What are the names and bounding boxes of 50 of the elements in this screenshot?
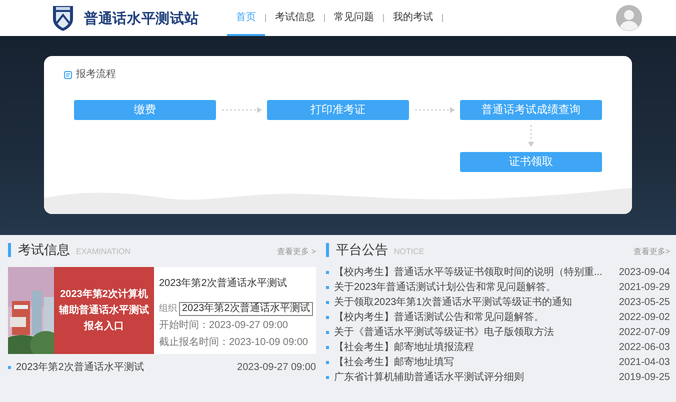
date-text: 2022-07-09 bbox=[618, 326, 670, 340]
bullet-icon bbox=[326, 301, 329, 304]
nav-tab[interactable]: 我的考试 bbox=[384, 0, 442, 36]
date-text: 2019-09-25 bbox=[618, 371, 670, 385]
site-title: 普通话水平测试站 bbox=[84, 8, 199, 28]
date-text: 2023-09-27 09:00 bbox=[237, 361, 316, 375]
nav-tab[interactable]: 考试信息 bbox=[266, 0, 324, 36]
list-link[interactable]: 2023年第2次普通话水平测试 bbox=[16, 360, 144, 375]
list-link[interactable]: 关于2023年普通话测试计划公告和常见问题解答。 bbox=[334, 280, 556, 295]
section-subtitle: EXAMINATION bbox=[76, 246, 131, 258]
avatar-icon[interactable] bbox=[616, 5, 642, 31]
bullet-icon bbox=[326, 361, 329, 364]
promo-banner[interactable]: 2023年第2次计算机辅助普通话水平测试报名入口 bbox=[54, 267, 154, 354]
section-title: 考试信息 bbox=[8, 243, 70, 257]
date-text: 2022-06-03 bbox=[618, 341, 670, 355]
list-link[interactable]: 关于《普通话水平测试等级证书》电子版领取方法 bbox=[334, 325, 554, 340]
section-title: 平台公告 bbox=[326, 243, 388, 257]
bullet-icon bbox=[326, 316, 329, 319]
organizer-label: 组织 bbox=[159, 302, 177, 316]
tooltip: 2023年第2次普通话水平测试 bbox=[179, 302, 313, 316]
list-link[interactable]: 【社会考生】邮寄地址填报流程 bbox=[334, 340, 474, 355]
bullet-icon bbox=[326, 271, 329, 274]
date-text: 2023-05-25 bbox=[618, 296, 670, 310]
list-link[interactable]: 【校内考生】普通话水平等级证书领取时间的说明（特别重... bbox=[334, 265, 602, 280]
date-text: 2022-09-02 bbox=[618, 311, 670, 325]
list-link[interactable]: 【社会考生】邮寄地址填写 bbox=[334, 355, 454, 370]
list-link[interactable]: 广东省计算机辅助普通话水平测试评分细则 bbox=[334, 370, 524, 385]
bullet-icon bbox=[326, 286, 329, 289]
list-link[interactable]: 【校内考生】普通话测试公告和常见问题解答。 bbox=[334, 310, 544, 325]
section-subtitle: NOTICE bbox=[394, 246, 424, 258]
bullet-icon bbox=[8, 366, 11, 369]
list-link[interactable]: 关于领取2023年第1次普通话水平测试等级证书的通知 bbox=[334, 295, 572, 310]
date-text: 2023-09-04 bbox=[618, 266, 670, 280]
exam-card[interactable]: 2023年第2次计算机辅助普通话水平测试报名入口 2023年第2次普通话水平测试 组织 2023年第2次普通话水平测试 开始时间：2023-09-27 09:00 截止报名时间：2023-10-09 09:00 bbox=[8, 267, 316, 354]
dashed-arrow bbox=[528, 125, 534, 147]
bullet-icon bbox=[326, 376, 329, 379]
document-icon bbox=[64, 70, 72, 78]
deadline-time: 截止报名时间：2023-10-09 09:00 bbox=[159, 336, 309, 350]
banner-text: 2023年第2次计算机辅助普通话水平测试报名入口 bbox=[58, 288, 150, 334]
bullet-icon bbox=[326, 346, 329, 349]
section-title: 报考流程 bbox=[76, 68, 116, 82]
shield-logo-icon bbox=[50, 4, 76, 32]
start-time: 开始时间：2023-09-27 09:00 bbox=[159, 318, 289, 333]
nav-tab[interactable]: 常见问题 bbox=[324, 0, 383, 36]
date-text: 2021-09-29 bbox=[618, 281, 670, 295]
date-text: 2021-04-03 bbox=[618, 356, 670, 370]
dashed-arrow bbox=[222, 107, 262, 113]
exam-title: 2023年第2次普通话水平测试 bbox=[159, 276, 288, 291]
dashed-arrow bbox=[414, 107, 454, 113]
bullet-icon bbox=[326, 331, 329, 334]
